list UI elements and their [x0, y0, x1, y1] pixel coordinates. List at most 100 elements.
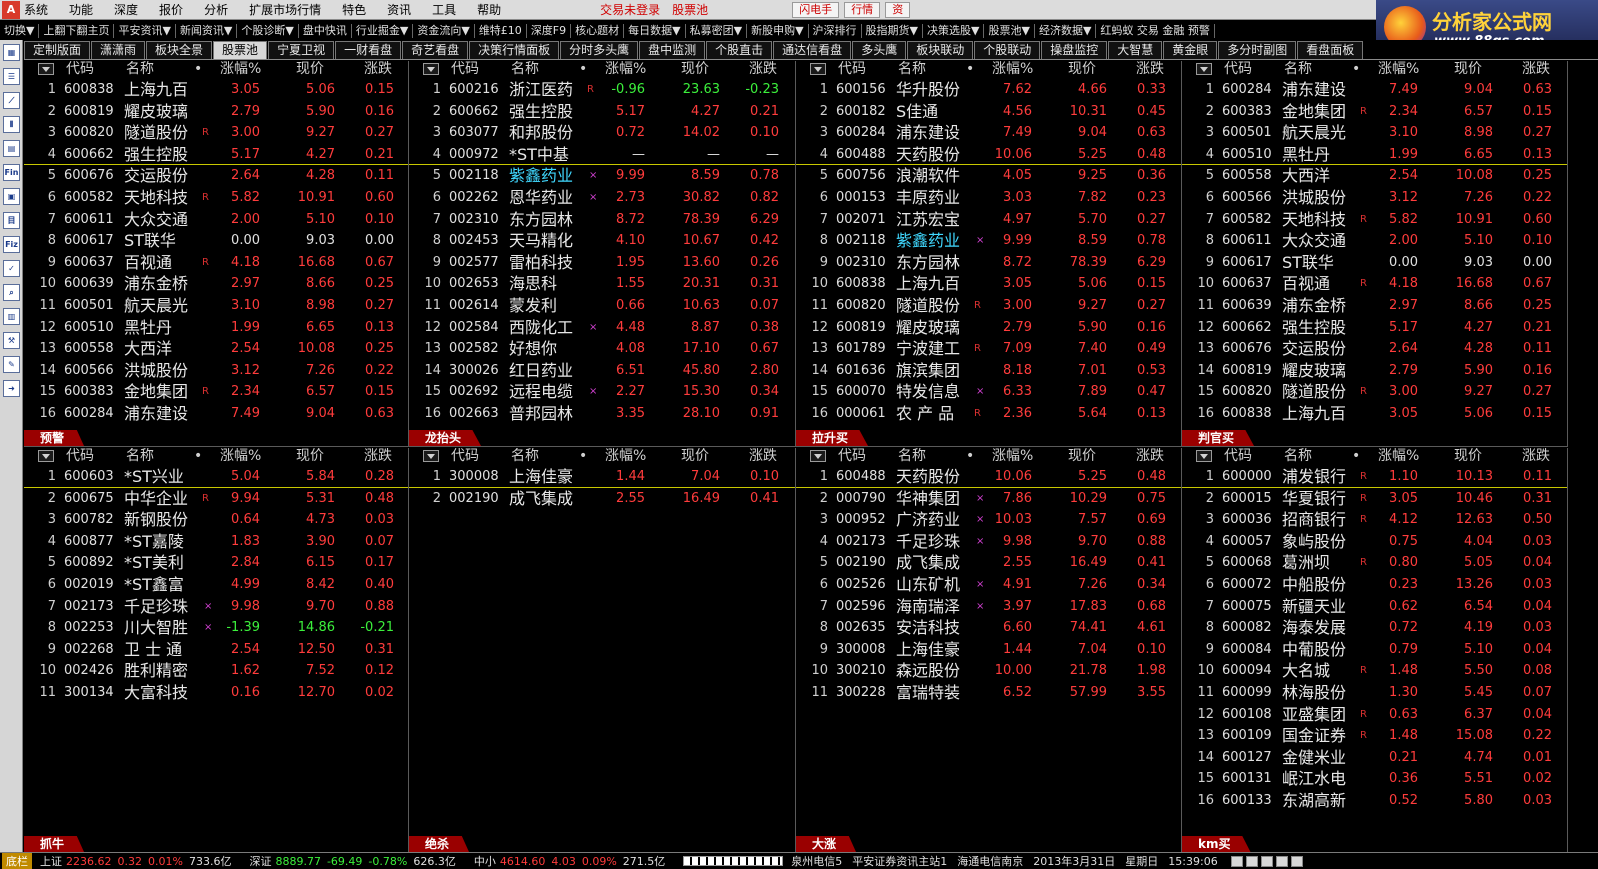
header-pct[interactable]: 涨幅% — [1378, 61, 1419, 78]
toolbar-item-19[interactable]: 红蚂蚁 交易 金融 预警 — [1096, 23, 1215, 38]
header-code[interactable]: 代码 — [66, 448, 94, 465]
table-row[interactable]: 9 600637 百视通 R 4.18 16.68 0.67 — [24, 252, 408, 274]
menu-news[interactable]: 资讯 — [387, 1, 411, 18]
table-row[interactable]: 1 600488 天药股份 10.06 5.25 0.48 — [796, 466, 1181, 488]
panel-signal-label[interactable]: 龙抬头 — [409, 430, 482, 446]
table-row[interactable]: 6 002019 *ST鑫富 4.99 8.42 0.40 — [24, 574, 408, 596]
table-row[interactable]: 8 600082 海泰发展 0.72 4.19 0.03 — [1182, 617, 1567, 639]
table-row[interactable]: 16 600133 东湖高新 0.52 5.80 0.03 — [1182, 790, 1567, 812]
table-row[interactable]: 10 600639 浦东金桥 2.97 8.66 0.25 — [24, 273, 408, 295]
table-row[interactable]: 12 002584 西陇化工 × 4.48 8.87 0.38 — [409, 317, 795, 339]
table-row[interactable]: 16 600838 上海九百 3.05 5.06 0.15 — [1182, 403, 1567, 425]
settings-icon[interactable] — [1290, 855, 1303, 867]
table-row[interactable]: 4 002173 千足珍珠 × 9.98 9.70 0.88 — [796, 531, 1181, 553]
tab-10[interactable]: 个股直击 — [706, 41, 773, 59]
toolbar-item-1[interactable]: 上翻下翻主页 — [39, 23, 115, 38]
menu-extended-market[interactable]: 扩展市场行情 — [249, 1, 321, 18]
table-row[interactable]: 16 000061 农 产 品 R 2.36 5.64 0.13 — [796, 403, 1181, 425]
table-row[interactable]: 1 600216 浙江医药 R -0.96 23.63 -0.23 — [409, 79, 795, 101]
header-price[interactable]: 现价 — [1454, 448, 1482, 465]
panel-signal-label[interactable]: 拉升买 — [796, 430, 869, 446]
table-row[interactable]: 2 002190 成飞集成 2.55 16.49 0.41 — [409, 488, 795, 510]
news-icon[interactable]: ▤ — [3, 140, 20, 157]
sort-dropdown-icon[interactable] — [38, 63, 54, 75]
table-row[interactable]: 1 300008 上海佳豪 1.44 7.04 0.10 — [409, 466, 795, 488]
header-chg[interactable]: 涨跌 — [1522, 61, 1550, 78]
header-chg[interactable]: 涨跌 — [1136, 61, 1164, 78]
table-row[interactable]: 5 600558 大西洋 2.54 10.08 0.25 — [1182, 165, 1567, 187]
layout-icon[interactable]: ▥ — [3, 308, 20, 325]
tab-0[interactable]: 定制版面 — [24, 41, 91, 59]
tab-9[interactable]: 盘中监测 — [639, 41, 706, 59]
toolbar-item-8[interactable]: 维特£10 — [475, 23, 527, 38]
panel-signal-label[interactable]: 预警 — [24, 430, 85, 446]
flash-trade-button[interactable]: 闪电手 — [792, 1, 840, 18]
table-row[interactable]: 9 600084 中葡股份 0.79 5.10 0.04 — [1182, 639, 1567, 661]
header-code[interactable]: 代码 — [838, 61, 866, 78]
header-pct[interactable]: 涨幅% — [220, 61, 261, 78]
table-row[interactable]: 12 600510 黑牡丹 1.99 6.65 0.13 — [24, 317, 408, 339]
table-row[interactable]: 13 600558 大西洋 2.54 10.08 0.25 — [24, 338, 408, 360]
toolbar-item-10[interactable]: 核心题材 — [571, 23, 625, 38]
toolbar-item-14[interactable]: 沪深排行 — [809, 23, 862, 38]
table-row[interactable]: 3 600782 新钢股份 0.64 4.73 0.03 — [24, 509, 408, 531]
panel-signal-label[interactable]: 抓牛 — [24, 836, 85, 852]
table-row[interactable]: 12 600662 强生控股 5.17 4.27 0.21 — [1182, 317, 1567, 339]
menu-depth[interactable]: 深度 — [114, 1, 138, 18]
tab-11[interactable]: 通达信看盘 — [773, 41, 852, 59]
toolbar-item-6[interactable]: 行业掘金▼ — [352, 23, 414, 38]
table-row[interactable]: 14 600819 耀皮玻璃 2.79 5.90 0.16 — [1182, 360, 1567, 382]
table-row[interactable]: 7 600582 天地科技 R 5.82 10.91 0.60 — [1182, 209, 1567, 231]
header-name[interactable]: 名称 — [511, 61, 539, 78]
menu-help[interactable]: 帮助 — [477, 1, 501, 18]
sort-dropdown-icon[interactable] — [810, 63, 826, 75]
toolbar-item-5[interactable]: 盘中快讯 — [299, 23, 352, 38]
toolbar-item-7[interactable]: 资金流向▼ — [413, 23, 475, 38]
trend-chart-icon[interactable]: ⟋ — [3, 92, 20, 109]
header-code[interactable]: 代码 — [838, 448, 866, 465]
table-row[interactable]: 10 002426 胜利精密 1.62 7.52 0.12 — [24, 660, 408, 682]
server-quote[interactable]: 泉州电信5 — [791, 853, 842, 869]
table-row[interactable]: 4 600662 强生控股 5.17 4.27 0.21 — [24, 144, 408, 166]
table-row[interactable]: 11 600639 浦东金桥 2.97 8.66 0.25 — [1182, 295, 1567, 317]
header-price[interactable]: 现价 — [296, 61, 324, 78]
header-name[interactable]: 名称 — [126, 61, 154, 78]
table-row[interactable]: 5 600068 葛洲坝 R 0.80 5.05 0.04 — [1182, 552, 1567, 574]
table-row[interactable]: 5 002118 紫鑫药业 × 9.99 8.59 0.78 — [409, 165, 795, 187]
table-row[interactable]: 7 600611 大众交通 2.00 5.10 0.10 — [24, 209, 408, 231]
menu-tools[interactable]: 工具 — [432, 1, 456, 18]
header-price[interactable]: 现价 — [681, 448, 709, 465]
server-news[interactable]: 平安证券资讯主站1 — [852, 853, 947, 869]
table-row[interactable]: 7 002310 东方园林 8.72 78.39 6.29 — [409, 209, 795, 231]
tab-19[interactable]: 看盘面板 — [1297, 41, 1364, 59]
tab-4[interactable]: 宁夏卫视 — [268, 41, 335, 59]
table-row[interactable]: 14 300026 红日药业 6.51 45.80 2.80 — [409, 360, 795, 382]
table-row[interactable]: 11 300134 大富科技 0.16 12.70 0.02 — [24, 682, 408, 704]
table-row[interactable]: 11 002614 蒙发利 0.66 10.63 0.07 — [409, 295, 795, 317]
table-row[interactable]: 6 600582 天地科技 R 5.82 10.91 0.60 — [24, 187, 408, 209]
table-row[interactable]: 7 002071 江苏宏宝 4.97 5.70 0.27 — [796, 209, 1181, 231]
toolbar-item-3[interactable]: 新闻资讯▼ — [176, 23, 238, 38]
toolbar-item-0[interactable]: 切换▼ — [0, 23, 40, 38]
menu-featured[interactable]: 特色 — [342, 1, 366, 18]
header-chg[interactable]: 涨跌 — [1136, 448, 1164, 465]
table-row[interactable]: 15 600070 特发信息 × 6.33 7.89 0.47 — [796, 381, 1181, 403]
table-row[interactable]: 7 002173 千足珍珠 × 9.98 9.70 0.88 — [24, 596, 408, 618]
table-row[interactable]: 4 600057 象屿股份 0.75 4.04 0.03 — [1182, 531, 1567, 553]
table-row[interactable]: 8 600611 大众交通 2.00 5.10 0.10 — [1182, 230, 1567, 252]
sort-dropdown-icon[interactable] — [38, 450, 54, 462]
table-row[interactable]: 2 600015 华夏银行 R 3.05 10.46 0.31 — [1182, 488, 1567, 510]
toolbar-item-4[interactable]: 个股诊断▼ — [237, 23, 299, 38]
quote-button[interactable]: 行情 — [844, 1, 881, 18]
header-name[interactable]: 名称 — [1284, 448, 1312, 465]
table-row[interactable]: 6 600566 洪城股份 3.12 7.26 0.22 — [1182, 187, 1567, 209]
header-pct[interactable]: 涨幅% — [605, 61, 646, 78]
tab-14[interactable]: 个股联动 — [974, 41, 1041, 59]
table-row[interactable]: 12 600108 亚盛集团 R 0.63 6.37 0.04 — [1182, 704, 1567, 726]
tab-3[interactable]: 股票池 — [213, 41, 268, 59]
table-row[interactable]: 10 600637 百视通 R 4.18 16.68 0.67 — [1182, 273, 1567, 295]
header-code[interactable]: 代码 — [66, 61, 94, 78]
tick-icon[interactable]: ✓ — [3, 260, 20, 277]
table-row[interactable]: 9 300008 上海佳豪 1.44 7.04 0.10 — [796, 639, 1181, 661]
sort-dropdown-icon[interactable] — [423, 63, 439, 75]
